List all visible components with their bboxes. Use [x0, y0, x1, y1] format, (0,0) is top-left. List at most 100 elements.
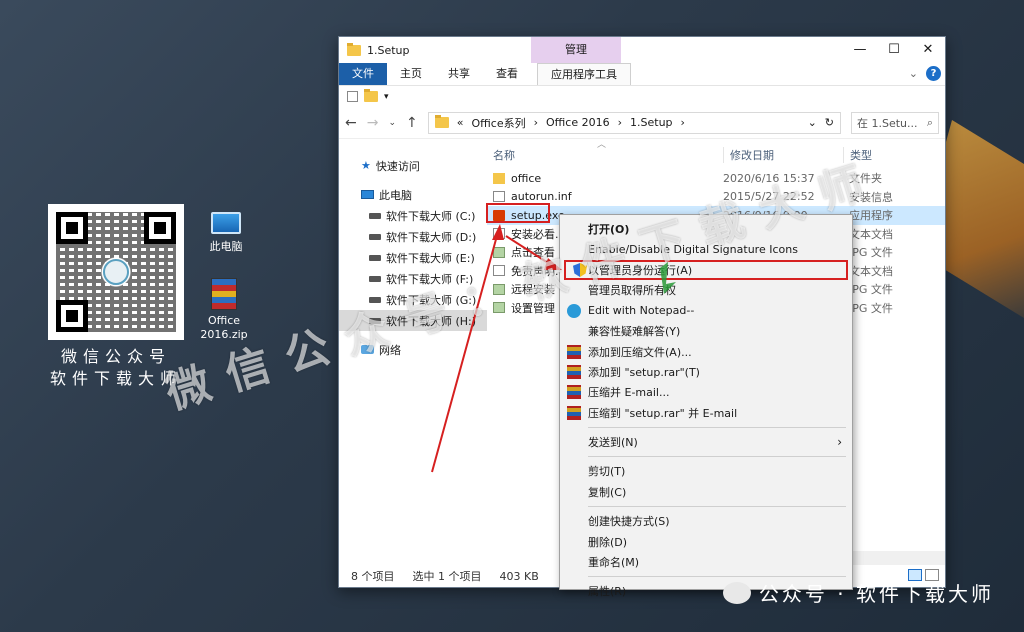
status-selected: 选中 1 个项目 [412, 570, 482, 583]
submenu-arrow-icon: › [837, 435, 842, 450]
breadcrumb-office-2016[interactable]: Office 2016 [546, 116, 610, 129]
address-bar-row: ← → ⌄ ↑ « Office系列 › Office 2016 › 1.Set… [339, 107, 945, 139]
winrar-archive-icon [211, 278, 237, 310]
tab-share[interactable]: 共享 [435, 63, 483, 85]
folder-icon [347, 42, 361, 56]
menu-item-label: 添加到压缩文件(A)... [588, 345, 692, 359]
menu-item[interactable]: 压缩到 "setup.rar" 并 E-mail [560, 403, 852, 423]
desktop-this-pc[interactable]: 此电脑 [196, 206, 256, 254]
winrar-icon [567, 344, 581, 359]
search-input[interactable]: 在 1.Setu... ⌕ [851, 111, 939, 134]
breadcrumb-sep-icon: › [617, 116, 623, 129]
menu-item-label: 压缩并 E-mail... [588, 386, 670, 400]
address-bar[interactable]: « Office系列 › Office 2016 › 1.Setup › ⌄ ↻ [427, 111, 841, 134]
file-name: autorun.inf [511, 190, 572, 204]
text-file-icon [493, 191, 505, 203]
folder-icon [493, 172, 505, 184]
recent-dropdown-icon[interactable]: ⌄ [388, 118, 396, 128]
winrar-icon [567, 385, 581, 400]
file-type: JPG 文件 [849, 283, 893, 297]
qat-dropdown-icon[interactable]: ▾ [384, 92, 389, 102]
breadcrumb-setup[interactable]: 1.Setup [630, 116, 673, 129]
folder-icon [434, 115, 449, 128]
tab-home[interactable]: 主页 [387, 63, 435, 85]
menu-separator [588, 506, 846, 508]
qr-logo-icon [103, 259, 129, 285]
menu-item[interactable]: Edit with Notepad-- [560, 301, 852, 321]
menu-item[interactable]: 兼容性疑难解答(Y) [560, 321, 852, 341]
computer-icon [211, 212, 241, 234]
back-arrow-icon[interactable]: ← [345, 115, 357, 131]
forward-arrow-icon[interactable]: → [367, 115, 379, 131]
title-bar: 1.Setup 管理 — ☐ ✕ [339, 37, 945, 63]
menu-item[interactable]: 添加到 "setup.rar"(T) [560, 362, 852, 382]
tab-file[interactable]: 文件 [339, 63, 387, 85]
menu-item[interactable]: 剪切(T) [560, 461, 852, 481]
tab-view[interactable]: 查看 [483, 63, 531, 85]
status-size: 403 KB [499, 569, 539, 583]
menu-item[interactable]: 添加到压缩文件(A)... [560, 341, 852, 361]
ribbon-expand-icon[interactable]: ⌄ [909, 67, 918, 80]
drive-icon [369, 254, 381, 261]
menu-item[interactable]: 创建快捷方式(S) [560, 511, 852, 531]
menu-item-label: 复制(C) [588, 485, 627, 499]
qr-code [48, 204, 184, 340]
column-name[interactable]: 名称 [493, 147, 515, 163]
sort-caret-icon: ︿ [597, 140, 607, 150]
text-file-icon [493, 228, 505, 240]
breadcrumb-sep-icon: › [533, 116, 538, 129]
menu-item[interactable]: 重命名(M) [560, 552, 852, 572]
file-type: 文本文档 [849, 227, 893, 241]
winrar-icon [567, 405, 581, 420]
menu-item-label: 压缩到 "setup.rar" 并 E-mail [588, 406, 738, 420]
menu-item[interactable]: 删除(D) [560, 531, 852, 551]
menu-item[interactable]: 复制(C) [560, 482, 852, 502]
star-icon: ★ [361, 159, 371, 172]
nav-drive-d[interactable]: 软件下载大师 (D:) [339, 226, 487, 247]
menu-item[interactable]: 压缩并 E-mail... [560, 382, 852, 402]
pc-icon [361, 190, 374, 199]
drive-icon [369, 275, 381, 282]
column-date[interactable]: 修改日期 [723, 147, 774, 163]
file-type: 文本文档 [849, 264, 893, 278]
menu-separator [588, 426, 846, 428]
menu-item[interactable]: 发送到(N) › [560, 432, 852, 452]
refresh-icon[interactable]: ↻ [825, 116, 834, 129]
drive-icon [369, 212, 381, 219]
notepad-icon [567, 303, 581, 318]
nav-quick-access[interactable]: ★ 快速访问 [339, 155, 487, 176]
menu-item-label: 兼容性疑难解答(Y) [588, 325, 681, 339]
column-headers: ︿ 名称 修改日期 类型 [487, 140, 945, 169]
menu-item-label: Edit with Notepad-- [588, 304, 695, 318]
nav-this-pc[interactable]: 此电脑 [339, 184, 487, 205]
address-dropdown-icon[interactable]: ⌄ [808, 116, 817, 129]
tab-app-tools[interactable]: 应用程序工具 [537, 63, 631, 85]
status-item-count: 8 个项目 [351, 570, 395, 583]
setup-exe-highlight [486, 203, 550, 223]
menu-item-label: 剪切(T) [588, 465, 626, 479]
nav-drive-c[interactable]: 软件下载大师 (C:) [339, 205, 487, 226]
window-title: 1.Setup [367, 43, 410, 57]
breadcrumb-office-series[interactable]: Office系列 [471, 115, 525, 131]
winrar-icon [567, 364, 581, 379]
menu-item-label: 创建快捷方式(S) [588, 515, 670, 529]
drive-icon [369, 233, 381, 240]
up-arrow-icon[interactable]: ↑ [406, 115, 418, 131]
maximize-button[interactable]: ☐ [877, 37, 911, 63]
new-folder-icon[interactable] [364, 89, 378, 102]
ribbon-tabs: 文件 主页 共享 查看 应用程序工具 ⌄ ? [339, 63, 945, 85]
menu-item-label: 发送到(N) [588, 436, 638, 450]
menu-item-label: 属性(R) [588, 585, 627, 599]
search-icon: ⌕ [926, 115, 933, 129]
breadcrumb-sep-icon: › [680, 116, 685, 129]
minimize-button[interactable]: — [843, 37, 877, 63]
properties-icon[interactable] [347, 91, 358, 102]
file-type: JPG 文件 [849, 246, 893, 260]
menu-item-label: 删除(D) [588, 535, 628, 549]
tab-manage[interactable]: 管理 [531, 37, 621, 63]
credit-footer: 公众号 · 软件下载大师 [722, 578, 994, 607]
menu-separator [588, 456, 846, 458]
file-type: JPG 文件 [849, 301, 893, 315]
close-button[interactable]: ✕ [911, 37, 945, 63]
help-icon[interactable]: ? [926, 66, 941, 81]
